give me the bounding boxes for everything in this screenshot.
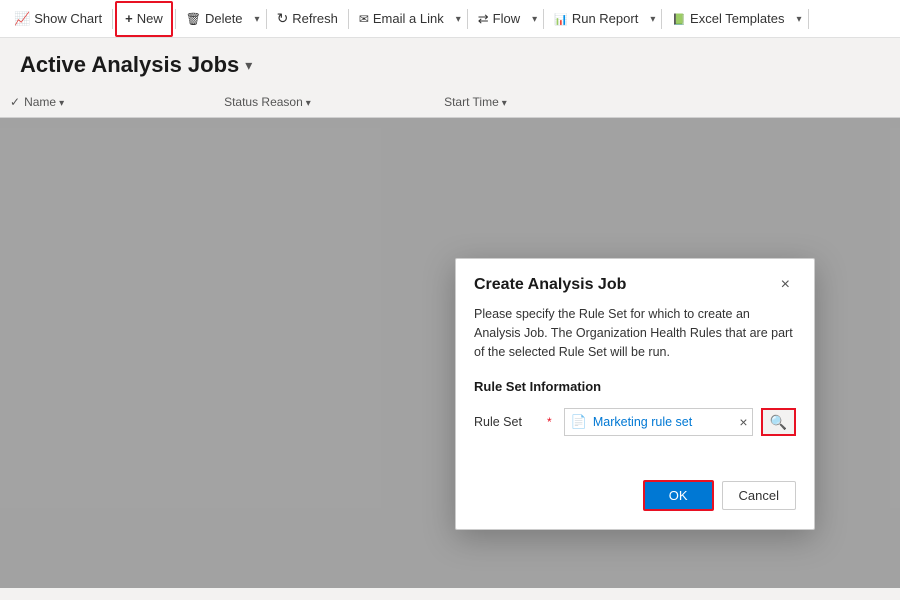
flow-chevron-icon bbox=[532, 13, 537, 25]
status-reason-col-header[interactable]: Status Reason bbox=[224, 95, 444, 109]
divider-8 bbox=[808, 9, 809, 29]
excel-icon bbox=[672, 11, 686, 26]
dialog-header: Create Analysis Job × bbox=[456, 259, 814, 305]
required-marker: * bbox=[547, 415, 552, 429]
chart-icon: 📈 bbox=[14, 11, 30, 27]
name-col-chevron bbox=[59, 95, 64, 109]
run-report-chevron-icon bbox=[650, 13, 655, 25]
dialog-description: Please specify the Rule Set for which to… bbox=[474, 305, 796, 361]
show-chart-label: Show Chart bbox=[34, 11, 102, 26]
dialog-section-title: Rule Set Information bbox=[474, 379, 796, 394]
email-link-button[interactable]: Email a Link bbox=[351, 1, 452, 37]
email-chevron-icon bbox=[456, 13, 461, 25]
dialog-close-button[interactable]: × bbox=[775, 275, 796, 295]
page-title-chevron[interactable]: ▾ bbox=[245, 57, 252, 74]
new-button[interactable]: New bbox=[115, 1, 173, 37]
run-report-label: Run Report bbox=[572, 11, 638, 26]
divider-1 bbox=[112, 9, 113, 29]
refresh-icon bbox=[277, 10, 289, 27]
cancel-button[interactable]: Cancel bbox=[722, 481, 796, 510]
check-icon: ✓ bbox=[10, 95, 20, 109]
status-reason-col-label: Status Reason bbox=[224, 95, 303, 109]
delete-label: Delete bbox=[205, 11, 243, 26]
divider-5 bbox=[467, 9, 468, 29]
run-report-button[interactable]: Run Report bbox=[546, 1, 646, 37]
rule-set-label: Rule Set bbox=[474, 415, 539, 429]
email-dropdown[interactable] bbox=[452, 1, 465, 37]
name-col-header[interactable]: Name bbox=[24, 95, 224, 109]
divider-7 bbox=[661, 9, 662, 29]
start-time-col-chevron bbox=[502, 95, 507, 109]
rule-set-clear-button[interactable]: × bbox=[735, 415, 751, 429]
divider-2 bbox=[175, 9, 176, 29]
rule-set-value: Marketing rule set bbox=[593, 415, 736, 429]
report-icon bbox=[554, 11, 568, 26]
rule-set-field: Rule Set * 📄 Marketing rule set × 🔍 bbox=[474, 408, 796, 436]
dialog-title: Create Analysis Job bbox=[474, 276, 626, 294]
refresh-button[interactable]: Refresh bbox=[269, 1, 346, 37]
excel-dropdown[interactable] bbox=[792, 1, 805, 37]
refresh-label: Refresh bbox=[292, 11, 338, 26]
plus-icon bbox=[125, 11, 133, 26]
start-time-col-header[interactable]: Start Time bbox=[444, 95, 624, 109]
rule-set-input-wrapper: 📄 Marketing rule set × bbox=[564, 408, 753, 436]
delete-button[interactable]: Delete bbox=[178, 1, 251, 37]
page-header: Active Analysis Jobs ▾ bbox=[0, 38, 900, 86]
column-headers: ✓ Name Status Reason Start Time bbox=[0, 86, 900, 118]
email-link-label: Email a Link bbox=[373, 11, 444, 26]
delete-dropdown[interactable] bbox=[251, 1, 264, 37]
mail-icon bbox=[359, 11, 369, 26]
excel-templates-button[interactable]: Excel Templates bbox=[664, 1, 792, 37]
flow-label: Flow bbox=[493, 11, 520, 26]
run-report-dropdown[interactable] bbox=[646, 1, 659, 37]
create-analysis-job-dialog: Create Analysis Job × Please specify the… bbox=[455, 258, 815, 530]
search-icon: 🔍 bbox=[770, 414, 787, 431]
dialog-footer: OK Cancel bbox=[456, 464, 814, 529]
rule-set-search-button[interactable]: 🔍 bbox=[761, 408, 796, 436]
divider-6 bbox=[543, 9, 544, 29]
name-col-label: Name bbox=[24, 95, 56, 109]
select-all-header[interactable]: ✓ Name bbox=[10, 95, 224, 109]
delete-chevron-icon bbox=[255, 13, 260, 25]
trash-icon bbox=[186, 11, 201, 26]
toolbar: 📈 Show Chart New Delete Refresh Email a … bbox=[0, 0, 900, 38]
page-title: Active Analysis Jobs bbox=[20, 52, 239, 78]
divider-4 bbox=[348, 9, 349, 29]
flow-icon bbox=[478, 11, 489, 27]
flow-button[interactable]: Flow bbox=[470, 1, 528, 37]
status-reason-col-chevron bbox=[306, 95, 311, 109]
ok-button[interactable]: OK bbox=[643, 480, 714, 511]
excel-templates-label: Excel Templates bbox=[690, 11, 784, 26]
flow-dropdown[interactable] bbox=[528, 1, 541, 37]
main-content: Create Analysis Job × Please specify the… bbox=[0, 118, 900, 588]
divider-3 bbox=[266, 9, 267, 29]
show-chart-button[interactable]: 📈 Show Chart bbox=[6, 1, 110, 37]
start-time-col-label: Start Time bbox=[444, 95, 499, 109]
dialog-body: Please specify the Rule Set for which to… bbox=[456, 305, 814, 464]
new-label: New bbox=[137, 11, 163, 26]
excel-chevron-icon bbox=[796, 13, 801, 25]
doc-icon: 📄 bbox=[565, 414, 593, 430]
